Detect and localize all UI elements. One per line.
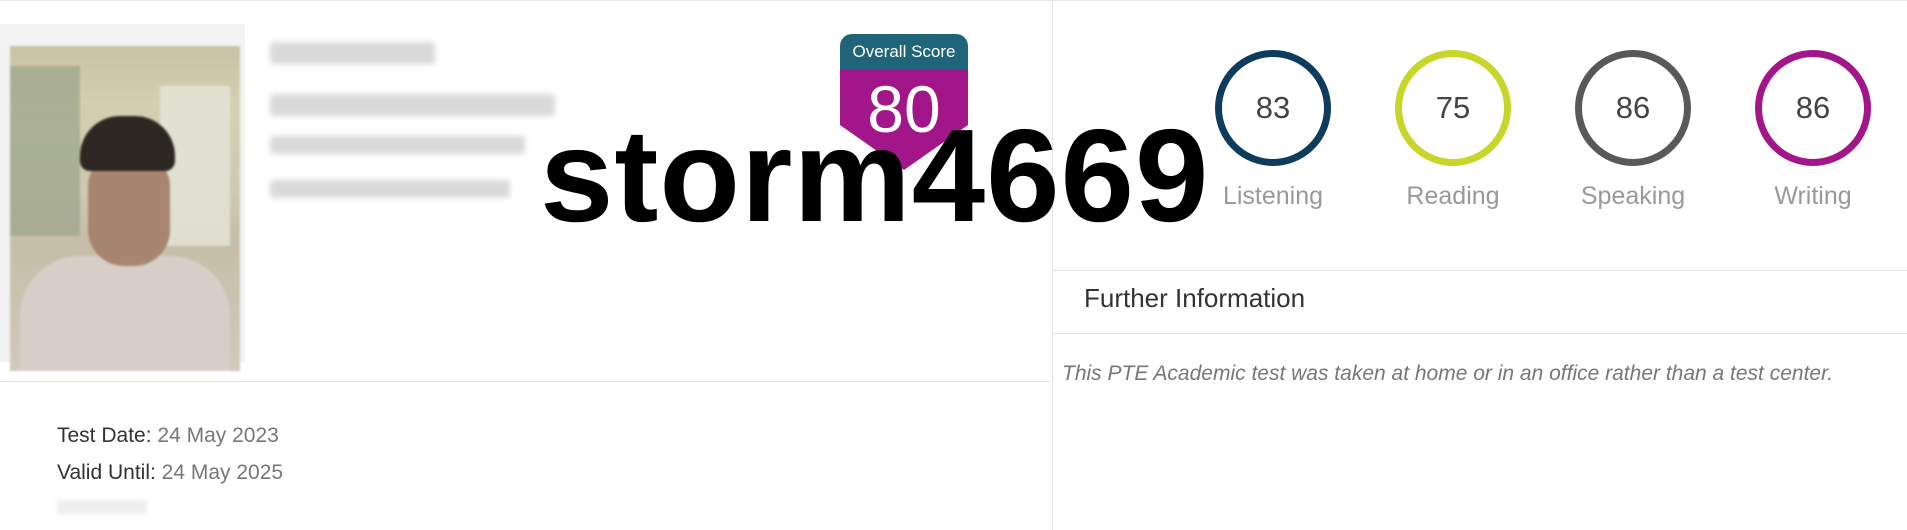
candidate-detail-redacted [270,136,525,154]
overall-score-caption: Overall Score [840,34,968,70]
test-date: Test Date: 24 May 2023 [57,424,279,448]
top-border [0,0,1907,1]
skill-label: Reading [1406,182,1500,210]
watermark-text: storm4669 [540,102,1210,249]
skill-reading: 75 Reading [1383,50,1533,220]
photo-background-left [10,66,80,236]
skill-speaking: 86 Speaking [1563,50,1713,220]
valid-until-label: Valid Until: [57,461,156,484]
skill-listening: 83 Listening [1203,50,1353,220]
test-date-value: 24 May 2023 [157,424,279,447]
candidate-detail-redacted [270,180,510,198]
further-info-top-rule [1052,270,1907,271]
skill-score-ring: 86 [1575,50,1691,166]
skill-label: Writing [1774,182,1852,210]
photo-shirt [20,256,230,371]
skill-label: Listening [1222,182,1324,210]
skill-writing: 86 Writing [1743,50,1893,220]
skill-score-ring: 86 [1755,50,1871,166]
candidate-photo [10,46,240,371]
candidate-photo-frame [0,24,245,371]
test-date-label: Test Date: [57,424,152,447]
further-info-bottom-rule [1052,333,1907,334]
further-info-title: Further Information [1084,283,1306,313]
photo-face [88,156,170,266]
skill-label: Speaking [1580,182,1686,210]
candidate-name-redacted [270,42,435,64]
candidate-detail-redacted [270,94,555,116]
redacted-footer-text [57,500,147,514]
valid-until: Valid Until: 24 May 2025 [57,461,283,485]
skill-score-ring: 75 [1395,50,1511,166]
valid-until-value: 24 May 2025 [161,461,284,484]
skill-score-ring: 83 [1215,50,1331,166]
profile-divider [0,381,1050,382]
further-info-text: This PTE Academic test was taken at home… [1062,362,1834,385]
column-divider [1052,0,1053,530]
